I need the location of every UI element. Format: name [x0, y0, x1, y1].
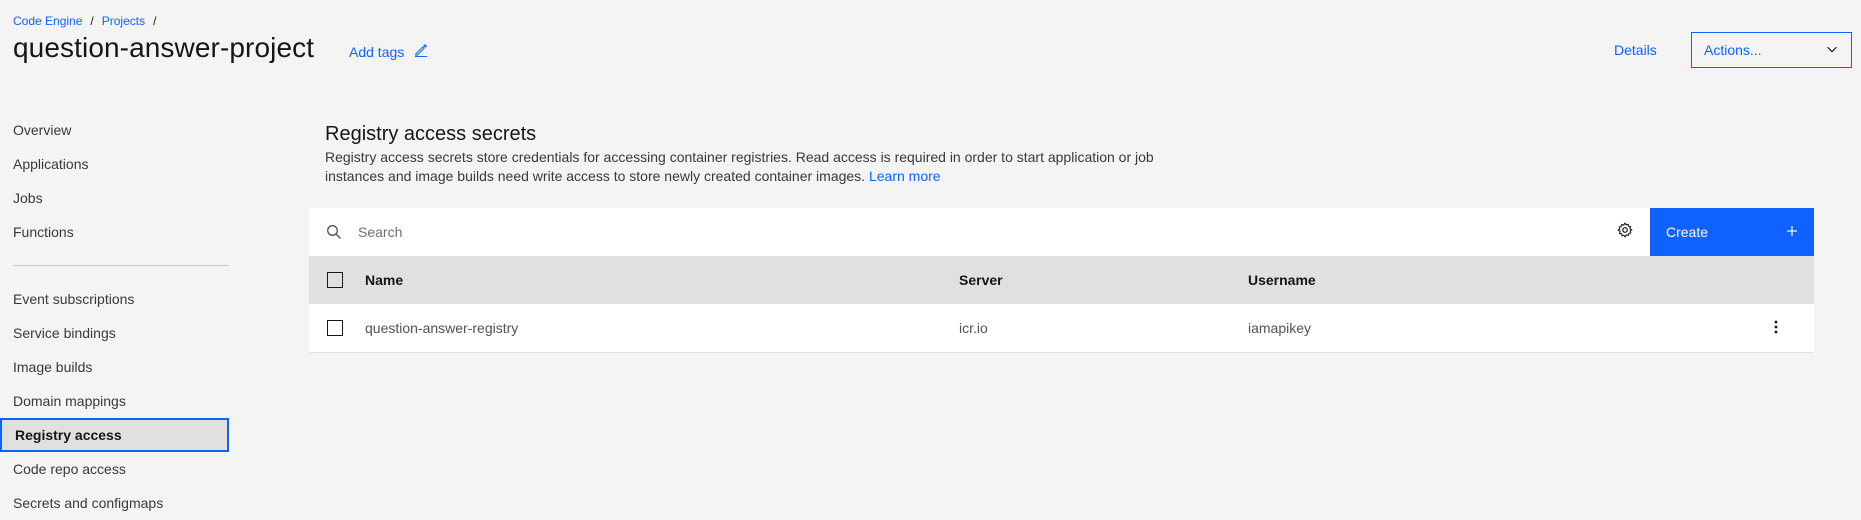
- sidebar-item-code-repo-access[interactable]: Code repo access: [0, 452, 230, 486]
- cell-username: iamapikey: [1248, 320, 1312, 336]
- sidebar-item-jobs[interactable]: Jobs: [0, 181, 230, 215]
- side-nav: Overview Applications Jobs Functions Eve…: [0, 113, 230, 520]
- column-header-username[interactable]: Username: [1248, 272, 1316, 288]
- overflow-menu-vertical-icon: [1774, 320, 1778, 337]
- table-toolbar: Create: [309, 208, 1814, 256]
- search-icon: [326, 224, 342, 240]
- plus-icon: [1786, 224, 1798, 240]
- select-all-checkbox[interactable]: [327, 272, 343, 288]
- breadcrumb: Code Engine / Projects /: [13, 14, 156, 28]
- sidebar-item-image-builds[interactable]: Image builds: [0, 350, 230, 384]
- search-input[interactable]: [356, 223, 1560, 241]
- breadcrumb-projects[interactable]: Projects: [102, 14, 145, 28]
- row-checkbox[interactable]: [327, 320, 343, 336]
- section-description: Registry access secrets store credential…: [325, 148, 1205, 186]
- sidebar-item-domain-mappings[interactable]: Domain mappings: [0, 384, 230, 418]
- details-link[interactable]: Details: [1614, 42, 1657, 58]
- cell-server: icr.io: [959, 320, 988, 336]
- breadcrumb-separator: /: [90, 14, 94, 28]
- edit-icon: [414, 43, 428, 60]
- actions-dropdown-label: Actions...: [1704, 42, 1762, 58]
- sidebar-item-overview[interactable]: Overview: [0, 113, 230, 147]
- column-header-server[interactable]: Server: [959, 272, 1003, 288]
- chevron-down-icon: [1825, 42, 1839, 59]
- sidebar-item-secrets-and-configmaps[interactable]: Secrets and configmaps: [0, 486, 230, 520]
- add-tags-button[interactable]: Add tags: [349, 43, 428, 60]
- table-header-row: Name Server Username: [309, 256, 1814, 304]
- sidebar-divider: [13, 265, 229, 266]
- sidebar-item-registry-access[interactable]: Registry access: [0, 418, 229, 452]
- create-button[interactable]: Create: [1650, 208, 1814, 256]
- column-header-name[interactable]: Name: [365, 272, 403, 288]
- actions-dropdown[interactable]: Actions...: [1691, 32, 1852, 68]
- learn-more-link[interactable]: Learn more: [869, 168, 941, 184]
- registry-secrets-table: Create Name Server Username question-ans…: [309, 208, 1814, 353]
- row-overflow-menu-button[interactable]: [1768, 319, 1784, 337]
- table-row: question-answer-registry icr.io iamapike…: [309, 304, 1814, 353]
- create-button-label: Create: [1666, 224, 1709, 240]
- breadcrumb-separator: /: [153, 14, 157, 28]
- sidebar-item-applications[interactable]: Applications: [0, 147, 230, 181]
- table-settings-button[interactable]: [1601, 208, 1649, 256]
- add-tags-label: Add tags: [349, 43, 405, 60]
- description-text: Registry access secrets store credential…: [325, 149, 1154, 184]
- gear-icon: [1617, 221, 1633, 243]
- breadcrumb-code-engine[interactable]: Code Engine: [13, 14, 82, 28]
- sidebar-item-functions[interactable]: Functions: [0, 215, 230, 249]
- sidebar-item-event-subscriptions[interactable]: Event subscriptions: [0, 282, 230, 316]
- section-title: Registry access secrets: [325, 123, 537, 145]
- cell-name: question-answer-registry: [365, 320, 519, 336]
- sidebar-item-service-bindings[interactable]: Service bindings: [0, 316, 230, 350]
- page-title: question-answer-project: [13, 32, 315, 63]
